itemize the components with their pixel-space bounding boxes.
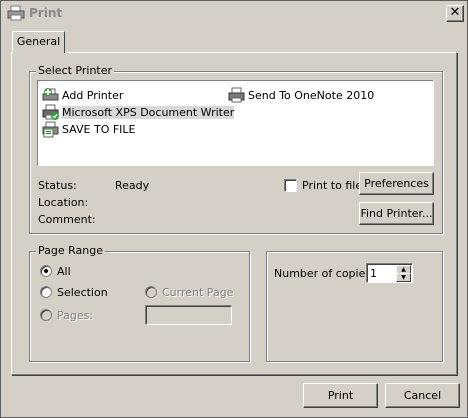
printer-name: Add Printer (62, 89, 124, 102)
radio-selection-label[interactable]: Selection (57, 286, 108, 299)
print-label: Print (327, 389, 354, 402)
spin-up-icon: ▲ (401, 266, 406, 273)
printer-icon (228, 87, 245, 103)
radio-pages-label[interactable]: Pages: (57, 309, 93, 322)
print-to-file-checkbox[interactable] (284, 179, 297, 192)
cancel-label: Cancel (403, 389, 442, 402)
title-bar[interactable]: Print ✕ (2, 2, 466, 24)
tab-label: General (16, 35, 61, 48)
comment-label: Comment: (38, 213, 96, 226)
status-label: Status: (38, 179, 77, 192)
status-value: Ready (115, 179, 150, 192)
printer-item-add-printer[interactable]: Add Printer (40, 87, 123, 104)
find-printer-button[interactable]: Find Printer... (359, 202, 434, 225)
printer-name: SAVE TO FILE (62, 123, 136, 136)
spin-down-icon: ▼ (401, 274, 406, 281)
radio-pages[interactable] (40, 309, 52, 321)
print-dialog: Print ✕ General Select Printer Add Print… (0, 0, 468, 418)
copies-decrement-button[interactable]: ▼ (396, 273, 411, 282)
copies-value: 1 (370, 267, 377, 280)
window-title: Print (29, 6, 63, 20)
radio-current-page[interactable] (145, 286, 157, 298)
find-printer-label: Find Printer... (360, 207, 433, 220)
printer-name: Microsoft XPS Document Writer (62, 106, 235, 119)
radio-selection[interactable] (40, 286, 52, 298)
printer-item-save-to-file[interactable]: SAVE TO FILE (40, 121, 136, 138)
location-label: Location: (38, 196, 89, 209)
tab-general[interactable]: General (12, 31, 65, 53)
radio-all-label[interactable]: All (57, 265, 71, 278)
add-printer-icon (42, 88, 59, 101)
close-icon: ✕ (449, 5, 461, 20)
radio-all[interactable] (40, 265, 52, 277)
preferences-button[interactable]: Preferences (359, 172, 434, 195)
pages-input[interactable] (145, 305, 232, 325)
radio-selected-dot (44, 269, 48, 273)
radio-current-page-label[interactable]: Current Page (162, 286, 233, 299)
print-to-file-label[interactable]: Print to file (302, 179, 362, 192)
page-range-label: Page Range (36, 244, 105, 257)
printer-name: Send To OneNote 2010 (248, 89, 375, 102)
print-button[interactable]: Print (303, 383, 378, 408)
close-button[interactable]: ✕ (446, 5, 464, 22)
printer-list[interactable]: Add Printer Microsoft XPS Document Write… (37, 80, 434, 166)
save-file-printer-icon (42, 121, 59, 138)
copies-label: Number of copies: (274, 267, 375, 280)
select-printer-label: Select Printer (36, 64, 115, 77)
printer-item-xps[interactable]: Microsoft XPS Document Writer (40, 104, 235, 121)
printer-icon (7, 5, 25, 21)
cancel-button[interactable]: Cancel (385, 383, 460, 408)
preferences-label: Preferences (364, 177, 429, 190)
printer-item-onenote[interactable]: Send To OneNote 2010 (226, 87, 374, 104)
xps-printer-icon (42, 104, 59, 120)
